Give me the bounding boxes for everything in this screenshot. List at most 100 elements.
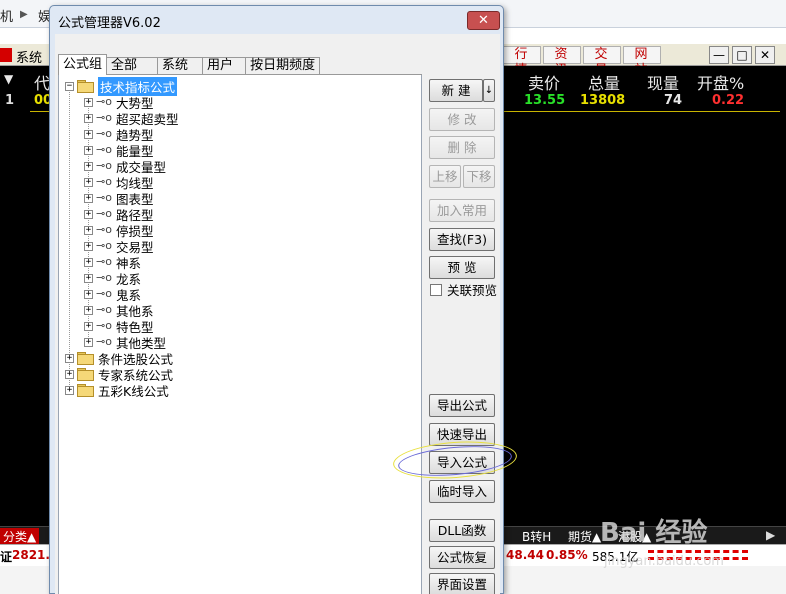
column-ask[interactable]: 卖价 xyxy=(528,70,560,94)
delete-button[interactable]: 删 除 xyxy=(429,136,495,159)
scroll-right-icon[interactable]: ▶ xyxy=(766,528,775,542)
index-amount: 585.1亿 xyxy=(592,550,639,564)
tab-futures[interactable]: 期货▲ xyxy=(568,528,601,545)
tab-system[interactable]: 系统 xyxy=(157,57,204,75)
formula-restore-button[interactable]: 公式恢复 xyxy=(429,546,495,569)
export-formula-button[interactable]: 导出公式 xyxy=(429,394,495,417)
system-menu[interactable]: 系统 xyxy=(16,47,42,66)
expand-icon[interactable]: + xyxy=(84,193,93,203)
top-item-1[interactable]: 机 xyxy=(0,6,13,25)
row-current: 74 xyxy=(664,93,683,108)
expand-icon[interactable]: + xyxy=(84,209,93,219)
dialog-title: 公式管理器V6.02 xyxy=(58,16,161,31)
folder-icon xyxy=(77,352,94,365)
row-volume: 13808 xyxy=(580,93,626,108)
dialog-tabbar: 公式组 全部 系统 用户 按日期频度 xyxy=(58,54,321,75)
expand-icon[interactable]: + xyxy=(84,161,93,171)
import-formula-button[interactable]: 导入公式 xyxy=(429,451,495,474)
expand-icon[interactable]: + xyxy=(84,305,93,315)
expand-icon[interactable]: + xyxy=(84,257,93,267)
expand-icon[interactable]: + xyxy=(84,337,93,347)
expand-icon[interactable]: + xyxy=(84,145,93,155)
tab-category[interactable]: 分类▲ xyxy=(0,528,40,545)
key-icon: ⊸o xyxy=(96,143,112,156)
tab-other[interactable]: 港股▲ xyxy=(618,528,651,545)
close-icon[interactable]: ✕ xyxy=(467,11,500,30)
expand-icon[interactable]: + xyxy=(84,129,93,139)
linked-preview-option[interactable]: 关联预览 xyxy=(430,280,497,299)
collapse-icon[interactable]: − xyxy=(65,81,74,91)
key-icon: ⊸o xyxy=(96,175,112,188)
new-button[interactable]: 新 建 xyxy=(429,79,483,102)
folder-icon xyxy=(77,368,94,381)
maximize-icon[interactable]: □ xyxy=(732,46,752,64)
minimize-icon[interactable]: — xyxy=(709,46,729,64)
expand-icon[interactable]: + xyxy=(65,353,74,363)
expand-icon[interactable]: + xyxy=(84,97,93,107)
menu-trade[interactable]: 交易 xyxy=(583,46,621,78)
column-volume[interactable]: 总量 xyxy=(588,70,620,94)
tab-user[interactable]: 用户 xyxy=(202,57,247,75)
arrow-right-icon: ▶ xyxy=(20,9,28,20)
expand-icon[interactable]: + xyxy=(84,177,93,187)
key-icon: ⊸o xyxy=(96,335,112,348)
tab-b-convert[interactable]: B转H xyxy=(522,528,551,545)
expand-icon[interactable]: + xyxy=(84,321,93,331)
index-name: 证 xyxy=(0,550,13,564)
tab-formula-group[interactable]: 公式组 xyxy=(58,54,108,75)
formula-tree[interactable]: − 技术指标公式 + ⊸o 大势型 + ⊸o 超买超卖型 + ⊸o 趋势型 + ⊸o 能量型 +… xyxy=(58,75,422,594)
modify-button[interactable]: 修 改 xyxy=(429,108,495,131)
linked-preview-label: 关联预览 xyxy=(447,283,498,298)
key-icon: ⊸o xyxy=(96,191,112,204)
row-ask: 13.55 xyxy=(524,93,566,108)
expand-icon[interactable]: + xyxy=(84,289,93,299)
key-icon: ⊸o xyxy=(96,95,112,108)
dialog-body: 公式组 全部 系统 用户 按日期频度 − 技术指标公式 + ⊸o 大势型 + ⊸o 超买… xyxy=(55,34,500,594)
expand-icon[interactable]: + xyxy=(84,273,93,283)
menu-website[interactable]: 网站 xyxy=(623,46,661,78)
column-open-pct[interactable]: 开盘% xyxy=(697,70,744,94)
key-icon: ⊸o xyxy=(96,223,112,236)
temp-import-button[interactable]: 临时导入 xyxy=(429,480,495,503)
expand-icon[interactable]: + xyxy=(65,369,74,379)
key-icon: ⊸o xyxy=(96,239,112,252)
column-code[interactable]: 代 xyxy=(34,70,50,94)
expand-icon[interactable]: + xyxy=(84,113,93,123)
key-icon: ⊸o xyxy=(96,111,112,124)
tree-node-label[interactable]: 五彩K线公式 xyxy=(98,381,169,400)
row-index: 1 xyxy=(5,93,15,108)
tree-guide xyxy=(69,85,70,385)
menu-news[interactable]: 资讯 xyxy=(543,46,581,78)
key-icon: ⊸o xyxy=(96,303,112,316)
move-up-button[interactable]: 上移 xyxy=(429,165,461,188)
quick-export-button[interactable]: 快速导出 xyxy=(429,423,495,446)
dll-functions-button[interactable]: DLL函数 xyxy=(429,519,495,542)
key-icon: ⊸o xyxy=(96,159,112,172)
menu-quotes[interactable]: 行情 xyxy=(503,46,541,78)
market-bar-indicator xyxy=(648,550,748,560)
index-change: 48.44 xyxy=(506,548,544,562)
ui-settings-button[interactable]: 界面设置 xyxy=(429,573,495,594)
column-current[interactable]: 现量 xyxy=(647,70,679,94)
add-common-button[interactable]: 加入常用 xyxy=(429,199,495,222)
linked-preview-checkbox[interactable] xyxy=(430,283,442,296)
expand-icon[interactable]: + xyxy=(84,241,93,251)
app-logo-icon xyxy=(0,48,12,62)
expand-icon[interactable]: + xyxy=(65,385,74,395)
expand-icon[interactable]: + xyxy=(84,225,93,235)
key-icon: ⊸o xyxy=(96,319,112,332)
close-window-icon[interactable]: ✕ xyxy=(755,46,775,64)
tree-node-root[interactable]: + 五彩K线公式 xyxy=(65,381,169,400)
key-icon: ⊸o xyxy=(96,287,112,300)
index-pct: 0.85% xyxy=(546,548,588,562)
move-down-button[interactable]: 下移 xyxy=(463,165,495,188)
new-dropdown-icon[interactable]: ↓ xyxy=(483,79,495,102)
find-button[interactable]: 查找(F3) xyxy=(429,228,495,251)
tab-all[interactable]: 全部 xyxy=(106,57,159,75)
preview-button[interactable]: 预 览 xyxy=(429,256,495,279)
row-open-pct: 0.22 xyxy=(712,93,745,108)
key-icon: ⊸o xyxy=(96,255,112,268)
tab-by-date-frequency[interactable]: 按日期频度 xyxy=(245,57,321,75)
folder-icon xyxy=(77,384,94,397)
sort-arrow-icon[interactable]: ▼ xyxy=(4,72,13,86)
